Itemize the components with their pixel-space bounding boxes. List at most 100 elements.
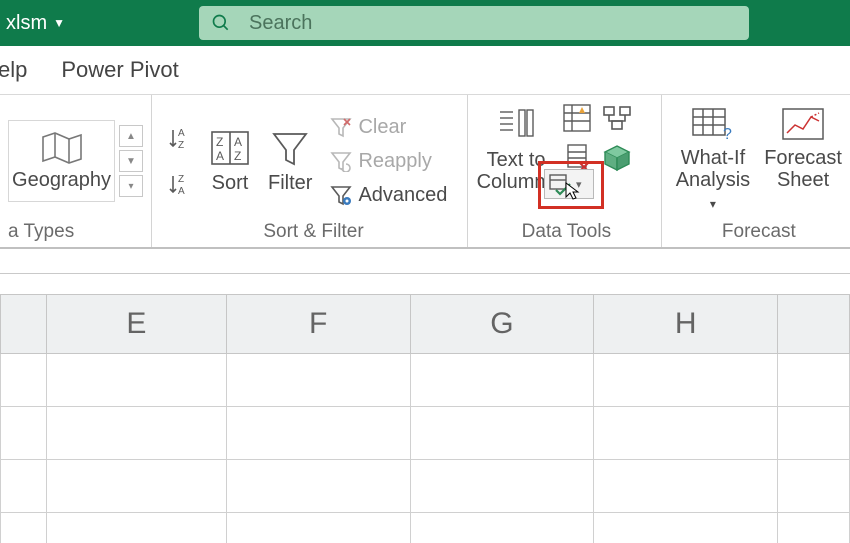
cell[interactable] bbox=[1, 407, 47, 460]
group-data-types: Geography ▲ ▼ ▾ a Types bbox=[0, 95, 152, 247]
sort-az-icon: AZ bbox=[168, 126, 192, 150]
cell[interactable] bbox=[594, 513, 778, 543]
svg-text:Z: Z bbox=[216, 135, 223, 149]
ribbon-tabs: elp Power Pivot bbox=[0, 46, 850, 95]
cell[interactable] bbox=[778, 407, 850, 460]
search-input[interactable]: Search bbox=[199, 6, 749, 40]
whatif-l2: Analysis bbox=[676, 169, 750, 191]
cell[interactable] bbox=[1, 513, 47, 543]
svg-text:?: ? bbox=[723, 126, 732, 143]
col-header-partial-right[interactable] bbox=[778, 295, 850, 354]
svg-text:A: A bbox=[216, 149, 224, 163]
col-header-partial[interactable] bbox=[1, 295, 47, 354]
geography-button[interactable]: Geography bbox=[8, 120, 115, 202]
svg-text:Z: Z bbox=[178, 140, 184, 150]
col-header-E[interactable]: E bbox=[46, 295, 226, 354]
sort-ascending-button[interactable]: AZ bbox=[168, 126, 192, 150]
cell[interactable] bbox=[226, 407, 410, 460]
cell[interactable] bbox=[778, 513, 850, 543]
relationships-button[interactable] bbox=[602, 103, 636, 137]
cell[interactable] bbox=[226, 354, 410, 407]
data-validation-icon bbox=[548, 172, 572, 196]
sort-button[interactable]: ZAAZ Sort bbox=[210, 128, 250, 194]
cell[interactable] bbox=[1, 354, 47, 407]
forecast-l2: Sheet bbox=[777, 169, 829, 191]
cell[interactable] bbox=[226, 513, 410, 543]
sort-label: Sort bbox=[212, 172, 249, 194]
what-if-icon: ? bbox=[691, 105, 735, 143]
col-header-G[interactable]: G bbox=[410, 295, 594, 354]
gallery-more-button[interactable]: ▾ bbox=[119, 175, 143, 197]
manage-data-model-button[interactable] bbox=[602, 143, 636, 177]
cell[interactable] bbox=[410, 460, 594, 513]
sort-dialog-icon: ZAAZ bbox=[210, 128, 250, 168]
funnel-reapply-icon bbox=[330, 150, 352, 172]
gallery-up-button[interactable]: ▲ bbox=[119, 125, 143, 147]
map-icon bbox=[41, 131, 83, 165]
tab-help[interactable]: elp bbox=[0, 57, 27, 83]
chevron-down-icon: ▾ bbox=[576, 178, 582, 191]
whatif-l1: What-If bbox=[681, 147, 745, 169]
cell[interactable] bbox=[778, 354, 850, 407]
cell[interactable] bbox=[410, 354, 594, 407]
col-header-F[interactable]: F bbox=[226, 295, 410, 354]
advanced-filter-button[interactable]: Advanced bbox=[330, 184, 447, 206]
cell[interactable] bbox=[46, 354, 226, 407]
cell[interactable] bbox=[226, 460, 410, 513]
group-forecast: ? What-IfAnalysis ▾ ForecastSheet Foreca… bbox=[662, 95, 850, 247]
document-name[interactable]: xlsm ▼ bbox=[0, 12, 71, 35]
clear-label: Clear bbox=[358, 116, 406, 138]
text-to-columns-icon bbox=[497, 107, 535, 145]
cell[interactable] bbox=[778, 460, 850, 513]
what-if-analysis-button[interactable]: ? What-IfAnalysis ▾ bbox=[676, 105, 750, 213]
formula-bar[interactable] bbox=[0, 249, 850, 274]
relationships-icon bbox=[602, 103, 632, 133]
text-to-columns-button[interactable]: Text toColumns bbox=[480, 107, 552, 193]
flash-fill-icon bbox=[562, 103, 592, 133]
sort-za-icon: ZA bbox=[168, 172, 192, 196]
doc-name-label: xlsm bbox=[6, 12, 47, 35]
column-header-row: E F G H bbox=[1, 295, 850, 354]
reapply-label: Reapply bbox=[358, 150, 431, 172]
data-validation-button[interactable]: ▾ bbox=[544, 169, 594, 199]
group-label-data-tools: Data Tools bbox=[480, 221, 653, 243]
cell[interactable] bbox=[46, 460, 226, 513]
funnel-icon bbox=[270, 128, 310, 168]
group-data-tools: Text toColumns ▾ Data Tools bbox=[468, 95, 662, 247]
clear-filter-button[interactable]: Clear bbox=[330, 116, 447, 138]
gallery-down-button[interactable]: ▼ bbox=[119, 150, 143, 172]
funnel-advanced-icon bbox=[330, 184, 352, 206]
cell[interactable] bbox=[594, 407, 778, 460]
spreadsheet-grid[interactable]: E F G H bbox=[0, 294, 850, 543]
search-placeholder: Search bbox=[249, 12, 312, 35]
svg-text:A: A bbox=[178, 128, 185, 139]
sort-descending-button[interactable]: ZA bbox=[168, 172, 192, 196]
forecast-l1: Forecast bbox=[764, 147, 842, 169]
data-model-icon bbox=[602, 143, 632, 173]
cell[interactable] bbox=[594, 354, 778, 407]
cell[interactable] bbox=[410, 407, 594, 460]
cell[interactable] bbox=[594, 460, 778, 513]
flash-fill-button[interactable] bbox=[562, 103, 596, 137]
col-header-H[interactable]: H bbox=[594, 295, 778, 354]
cell[interactable] bbox=[46, 407, 226, 460]
filter-button[interactable]: Filter bbox=[268, 128, 312, 194]
forecast-sheet-button[interactable]: ForecastSheet bbox=[764, 105, 842, 191]
group-label-data-types: a Types bbox=[8, 221, 143, 243]
cell[interactable] bbox=[410, 513, 594, 543]
table-row bbox=[1, 460, 850, 513]
ribbon: Geography ▲ ▼ ▾ a Types AZ ZA ZAAZ Sor bbox=[0, 95, 850, 249]
table-row bbox=[1, 354, 850, 407]
svg-text:Z: Z bbox=[234, 149, 241, 163]
chevron-down-icon: ▼ bbox=[53, 16, 65, 30]
cell[interactable] bbox=[1, 460, 47, 513]
forecast-icon bbox=[781, 105, 825, 143]
tab-power-pivot[interactable]: Power Pivot bbox=[61, 57, 178, 83]
ttc-l1: Text to bbox=[487, 149, 546, 171]
cell[interactable] bbox=[46, 513, 226, 543]
reapply-filter-button[interactable]: Reapply bbox=[330, 150, 447, 172]
filter-label: Filter bbox=[268, 172, 312, 194]
svg-text:A: A bbox=[178, 186, 185, 196]
svg-text:Z: Z bbox=[178, 174, 184, 185]
group-sort-filter: AZ ZA ZAAZ Sort Filter Clear bbox=[152, 95, 468, 247]
